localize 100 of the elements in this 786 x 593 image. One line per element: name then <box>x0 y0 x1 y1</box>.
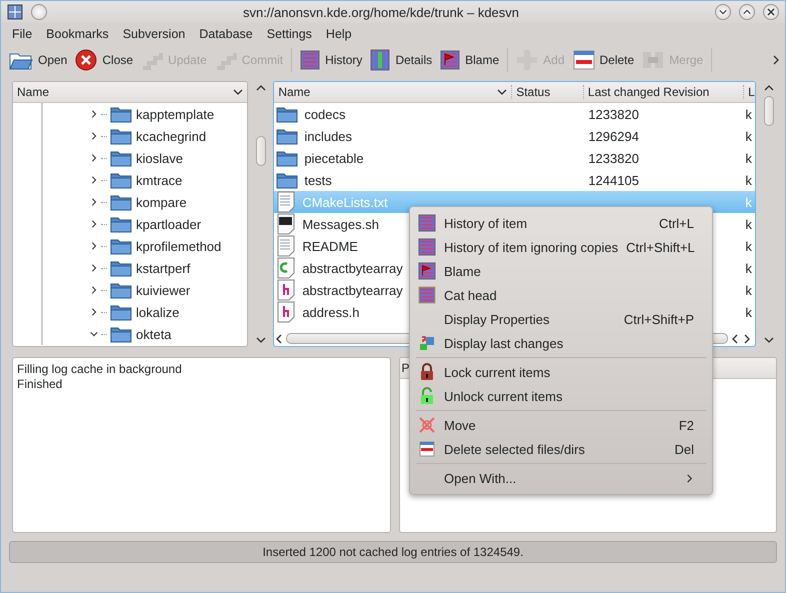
menu-item[interactable]: Display last changes <box>410 331 712 355</box>
revision-cell-text: 1244105 <box>587 172 640 188</box>
revision-cell-text: 1233820 <box>587 150 640 166</box>
tree-item[interactable]: kuiviewer <box>132 282 194 298</box>
scroll-left-icon <box>730 334 740 344</box>
tree-item[interactable]: kompare <box>132 194 191 210</box>
file-name[interactable]: piecetable <box>300 150 368 166</box>
menu-item[interactable]: Help <box>318 27 359 41</box>
tree-item[interactable]: kapptemplate <box>132 106 218 122</box>
tree-item[interactable]: kcachegrind <box>132 128 210 144</box>
folder-icon <box>110 259 132 277</box>
file-name[interactable]: tests <box>300 172 336 188</box>
table-cell: k <box>745 194 752 210</box>
folder-icon <box>110 303 132 321</box>
file-name[interactable]: abstractbytearray <box>298 282 407 298</box>
tree-item[interactable]: kioslave <box>132 150 187 166</box>
text-file-icon <box>276 235 296 257</box>
toolbar-button[interactable]: History <box>296 46 366 74</box>
history-icon <box>418 237 436 257</box>
column-header[interactable]: Last changed Revision <box>582 85 744 99</box>
maximize-button[interactable] <box>739 4 755 20</box>
table-cell: k <box>745 282 752 298</box>
menu-item[interactable]: Cat head <box>410 283 712 307</box>
scroll-down-icon <box>256 335 266 345</box>
changes-icon <box>419 335 435 351</box>
file-name[interactable]: README <box>298 238 362 254</box>
toolbar-button[interactable]: Close <box>71 46 138 74</box>
menu-item[interactable]: File <box>5 27 40 41</box>
file-name[interactable]: includes <box>300 128 356 144</box>
table-cell: k <box>745 260 752 276</box>
menu-item[interactable]: Blame <box>410 259 712 283</box>
scroll-up-icon <box>764 83 774 93</box>
tree-item[interactable]: lokalize <box>132 304 184 320</box>
menu-item[interactable]: Move F2 <box>410 413 712 437</box>
table-cell: k <box>745 172 752 188</box>
column-header[interactable]: L <box>743 85 756 99</box>
folder-icon <box>110 325 132 343</box>
menu-item[interactable]: Unlock current items <box>410 384 712 408</box>
tree-item[interactable]: kprofilemethod <box>132 238 226 254</box>
scroll-down-icon <box>764 335 774 345</box>
scrollbar-thumb[interactable] <box>764 96 774 126</box>
folder-icon <box>110 281 132 299</box>
pin-button[interactable] <box>31 4 47 20</box>
h-file-icon <box>276 279 296 301</box>
chevron-icon <box>233 87 244 97</box>
menu-item[interactable]: Database <box>192 27 260 41</box>
details-icon <box>370 49 390 71</box>
scroll-up-icon <box>256 83 266 93</box>
file-name[interactable]: Messages.sh <box>298 216 383 232</box>
toolbar-button[interactable]: Details <box>366 46 436 74</box>
text-file-icon <box>276 191 296 213</box>
close-icon <box>767 8 775 16</box>
shortcut-label: Ctrl+Shift+L <box>626 240 695 254</box>
scroll-left-icon <box>274 334 284 344</box>
tree-item[interactable]: kmtrace <box>132 172 186 188</box>
folder-icon <box>110 105 132 123</box>
scrollbar-thumb[interactable] <box>256 136 266 166</box>
merge-icon <box>642 49 664 71</box>
move-icon <box>418 416 436 434</box>
terminal-file-icon <box>276 213 296 235</box>
column-header[interactable]: Status <box>511 85 583 99</box>
toolbar-button[interactable]: Open <box>5 46 72 74</box>
file-name[interactable]: address.h <box>298 304 364 320</box>
tree-item[interactable]: okteta <box>132 326 176 342</box>
column-header[interactable]: Name <box>274 85 512 99</box>
menu-item[interactable]: Delete selected files/dirs Del <box>410 437 712 461</box>
chevron-icon <box>497 87 508 97</box>
blame-icon <box>440 50 460 70</box>
tree-item[interactable]: kpartloader <box>132 216 206 232</box>
menu-item[interactable]: Subversion <box>116 27 192 41</box>
log-line: Finished <box>16 377 64 392</box>
folder-icon <box>276 149 298 167</box>
status-bar: Inserted 1200 not cached log entries of 1324549. <box>9 541 777 563</box>
unlock-icon <box>419 387 435 405</box>
table-cell: k <box>745 304 752 320</box>
tree-item[interactable]: kstartperf <box>132 260 194 276</box>
menu-item[interactable]: History of item ignoring copies Ctrl+Shift+L <box>410 235 712 259</box>
c-file-icon <box>276 257 296 279</box>
close-button[interactable] <box>763 4 779 20</box>
menu-item[interactable]: Bookmarks <box>39 27 116 41</box>
folder-icon <box>110 171 132 189</box>
menu-item[interactable]: Open With... <box>410 466 712 490</box>
lock-icon <box>419 363 435 381</box>
blame-icon <box>418 261 436 281</box>
file-name[interactable]: codecs <box>300 106 350 122</box>
revision-cell-text: 1296294 <box>587 128 640 144</box>
menu-item[interactable]: Settings <box>260 27 319 41</box>
table-cell: k <box>745 216 752 232</box>
toolbar-button[interactable]: Delete <box>568 46 638 74</box>
maximize-icon <box>743 8 751 16</box>
folder-icon <box>110 149 132 167</box>
menu-item[interactable]: Display Properties Ctrl+Shift+P <box>410 307 712 331</box>
minimize-button[interactable] <box>715 4 731 20</box>
folder-icon <box>110 215 132 233</box>
table-cell: k <box>745 238 752 254</box>
toolbar-button[interactable]: Blame <box>436 46 504 74</box>
list-icon <box>418 285 436 305</box>
file-name[interactable]: abstractbytearray <box>298 260 407 276</box>
history-icon <box>300 50 320 70</box>
menu-item[interactable]: History of item Ctrl+L <box>410 211 712 235</box>
